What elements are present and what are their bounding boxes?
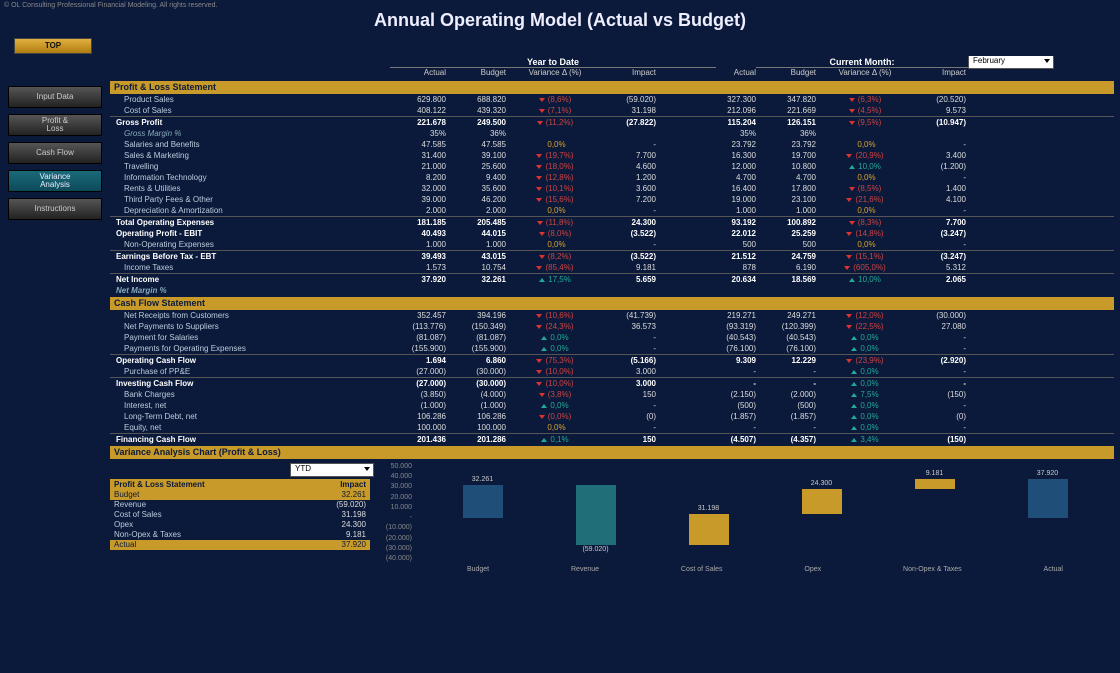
month-select[interactable]: February xyxy=(968,56,1054,69)
column-headers: ActualBudgetVariance Δ (%)ImpactActualBu… xyxy=(110,68,1114,80)
data-row: Interest, net(1.000)(1.000)0,0%-(500)(50… xyxy=(110,400,1114,411)
impact-header: Profit & Loss StatementImpact xyxy=(110,479,370,490)
y-tick-label: 40.000 xyxy=(376,473,412,480)
variance-chart: 50.000 40.000 30.000 20.000 10.000 - (10.000) (… xyxy=(376,463,1114,573)
group-header-row: Year to Date Current Month: February xyxy=(110,56,1114,68)
data-row: Non-Operating Expenses1.0001.0000,0%-500… xyxy=(110,239,1114,250)
data-row: Financing Cash Flow201.436201.2860,1%150… xyxy=(110,433,1114,445)
impact-row: Actual37.920 xyxy=(110,540,370,550)
main-content: Year to Date Current Month: February Act… xyxy=(110,56,1114,669)
data-row: Depreciation & Amortization2.0002.0000,0… xyxy=(110,205,1114,216)
data-row: Payment for Salaries(81.087)(81.087)0,0%… xyxy=(110,332,1114,343)
y-tick-label: (20.000) xyxy=(376,535,412,542)
y-tick-label: 10.000 xyxy=(376,504,412,511)
data-row: Earnings Before Tax - EBT39.49343.015(8,… xyxy=(110,250,1114,262)
x-tick-label: Revenue xyxy=(571,566,599,573)
chart-bar: 32.261 xyxy=(453,467,513,559)
section-bar: Profit & Loss Statement xyxy=(110,81,1114,94)
impact-row: Cost of Sales31.198 xyxy=(110,510,370,520)
data-row: Product Sales629.800688.820(8,6%)(59.020… xyxy=(110,94,1114,105)
chart-bar: 24.300 xyxy=(792,467,852,559)
data-row: Net Receipts from Customers352.457394.19… xyxy=(110,310,1114,321)
y-tick-label: - xyxy=(376,514,412,521)
data-rows-container: Profit & Loss StatementProduct Sales629.… xyxy=(110,81,1114,445)
y-tick-label: 30.000 xyxy=(376,483,412,490)
data-row: Bank Charges(3.850)(4.000)(3,8%)150(2.15… xyxy=(110,389,1114,400)
chart-bar: (59.020) xyxy=(566,467,626,559)
data-row: Gross Profit221.678249.500(11,2%)(27.822… xyxy=(110,116,1114,128)
nav-button[interactable]: Input Data xyxy=(8,86,102,108)
impact-summary-box: YTD Profit & Loss StatementImpact Budget… xyxy=(110,463,370,550)
data-row: Travelling21.00025.600(18,0%)4.60012.000… xyxy=(110,161,1114,172)
data-row: Net Income37.92032.26117,5%5.65920.63418… xyxy=(110,273,1114,285)
nav-button[interactable]: Profit &Loss xyxy=(8,114,102,136)
chart-section-bar: Variance Analysis Chart (Profit & Loss) xyxy=(110,446,1114,459)
impact-row: Revenue(59.020) xyxy=(110,500,370,510)
x-tick-label: Budget xyxy=(467,566,489,573)
impact-row: Budget32.261 xyxy=(110,490,370,500)
top-button[interactable]: TOP xyxy=(14,38,92,54)
x-tick-label: Actual xyxy=(1044,566,1063,573)
x-tick-label: Cost of Sales xyxy=(681,566,723,573)
y-tick-label: (30.000) xyxy=(376,545,412,552)
data-row: Net Margin % xyxy=(110,285,1114,296)
data-row: Rents & Utilities32.00035.600(10,1%)3.60… xyxy=(110,183,1114,194)
data-row: Income Taxes1.57310.754(85,4%)9.1818786.… xyxy=(110,262,1114,273)
month-group-header: Current Month: xyxy=(756,57,968,68)
data-row: Operating Cash Flow1.6946.860(75,3%)(5.1… xyxy=(110,354,1114,366)
data-row: Equity, net100.000100.0000,0%---0,0%- xyxy=(110,422,1114,433)
data-row: Total Operating Expenses181.185205.485(1… xyxy=(110,216,1114,228)
x-tick-label: Opex xyxy=(804,566,821,573)
data-row: Investing Cash Flow(27.000)(30.000)(10,0… xyxy=(110,377,1114,389)
chart-bar: 9.181 xyxy=(905,467,965,559)
x-tick-label: Non-Opex & Taxes xyxy=(903,566,962,573)
copyright-text: © OL Consulting Professional Financial M… xyxy=(4,2,217,9)
y-tick-label: 50.000 xyxy=(376,463,412,470)
page-title: Annual Operating Model (Actual vs Budget… xyxy=(0,10,1120,31)
data-row: Information Technology8.2009.400(12,8%)1… xyxy=(110,172,1114,183)
data-row: Operating Profit - EBIT40.49344.015(8,0%… xyxy=(110,228,1114,239)
chart-bar: 37.920 xyxy=(1018,467,1078,559)
data-row: Long-Term Debt, net106.286106.286(0,0%)(… xyxy=(110,411,1114,422)
data-row: Payments for Operating Expenses(155.900)… xyxy=(110,343,1114,354)
y-tick-label: (10.000) xyxy=(376,524,412,531)
data-row: Third Party Fees & Other39.00046.200(15,… xyxy=(110,194,1114,205)
data-row: Net Payments to Suppliers(113.776)(150.3… xyxy=(110,321,1114,332)
data-row: Salaries and Benefits47.58547.5850,0%-23… xyxy=(110,139,1114,150)
y-tick-label: (40.000) xyxy=(376,555,412,562)
data-row: Sales & Marketing31.40039.100(19,7%)7.70… xyxy=(110,150,1114,161)
impact-row: Non-Opex & Taxes9.181 xyxy=(110,530,370,540)
data-row: Purchase of PP&E(27.000)(30.000)(10,0%)3… xyxy=(110,366,1114,377)
impact-row: Opex24.300 xyxy=(110,520,370,530)
nav-button[interactable]: Cash Flow xyxy=(8,142,102,164)
nav-button[interactable]: Instructions xyxy=(8,198,102,220)
ytd-group-header: Year to Date xyxy=(390,57,716,68)
y-tick-label: 20.000 xyxy=(376,494,412,501)
nav-button[interactable]: VarianceAnalysis xyxy=(8,170,102,192)
section-bar: Cash Flow Statement xyxy=(110,297,1114,310)
data-row: Cost of Sales408.122439.320(7,1%)31.1982… xyxy=(110,105,1114,116)
period-select[interactable]: YTD xyxy=(290,463,374,477)
sidebar-nav: Input Data Profit &Loss Cash Flow VarianceA… xyxy=(8,86,102,226)
chart-bar: 31.198 xyxy=(679,467,739,559)
data-row: Gross Margin %35%36%35%36% xyxy=(110,128,1114,139)
